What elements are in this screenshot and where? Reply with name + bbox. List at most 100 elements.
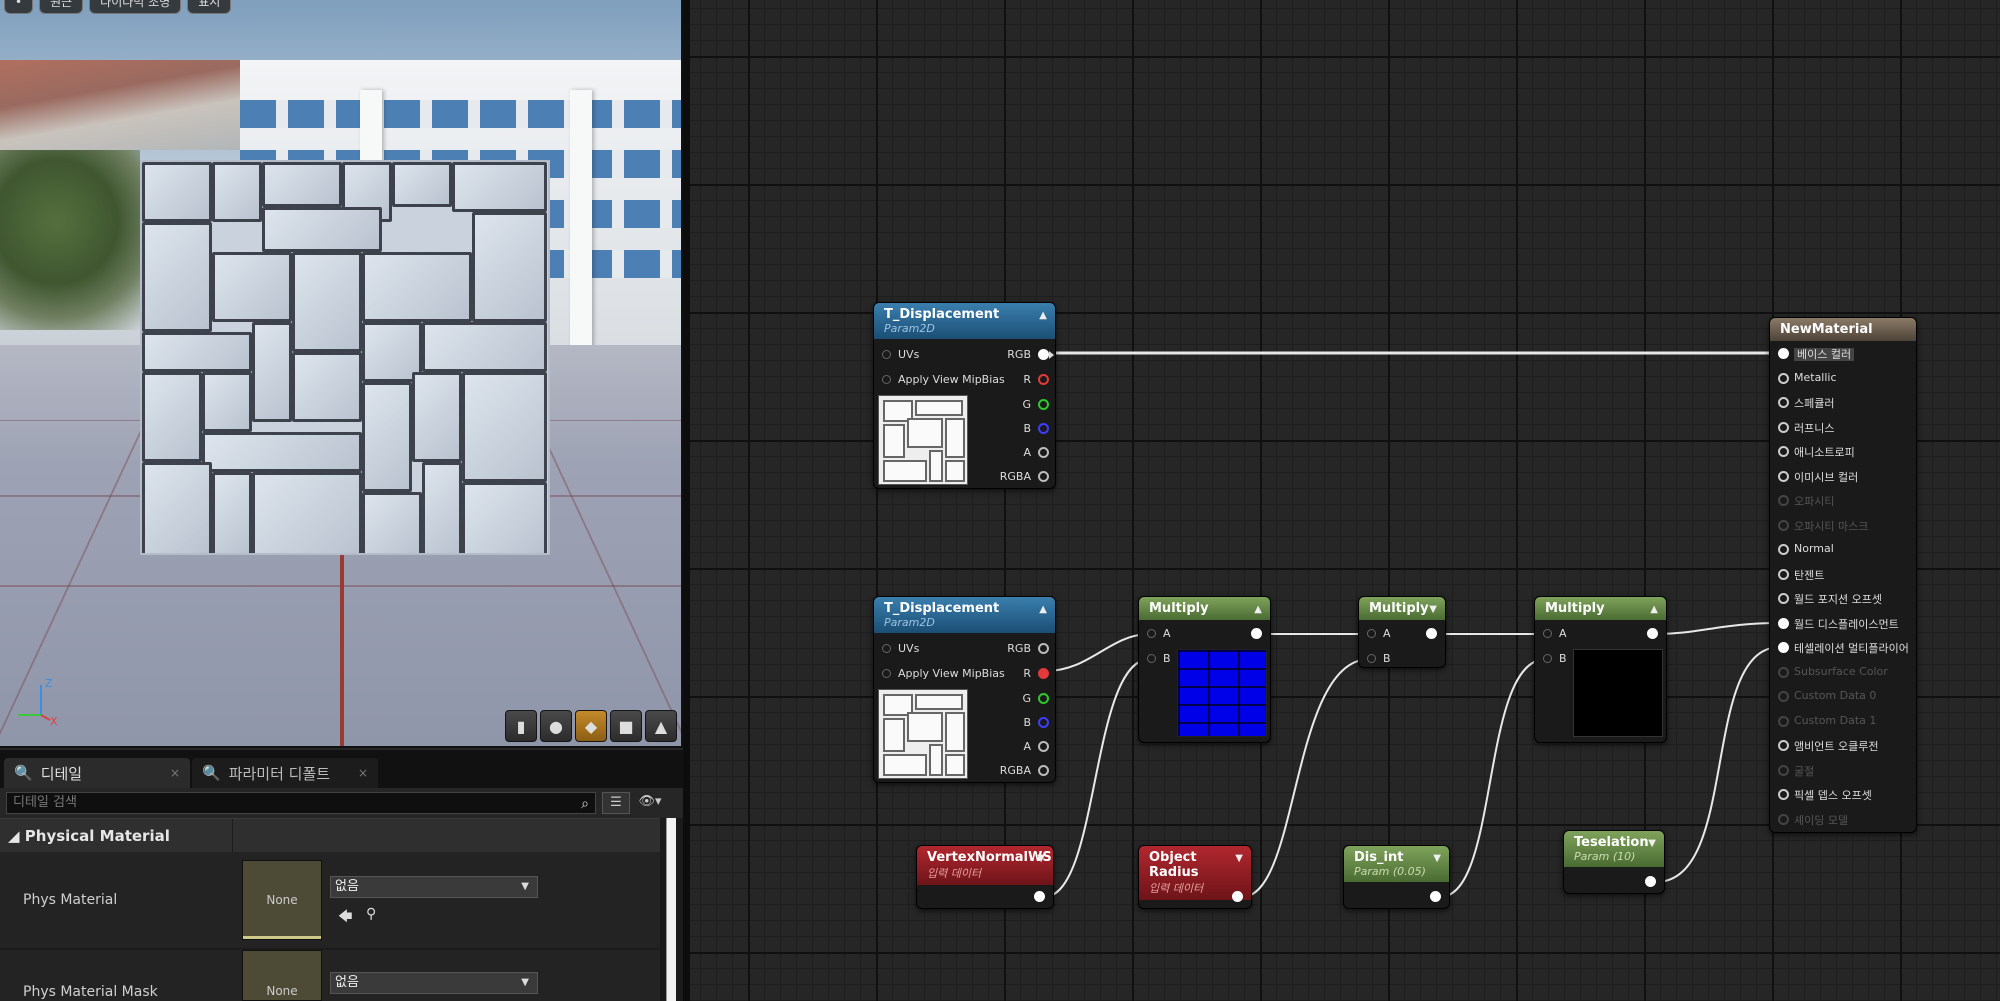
output-pin-dot[interactable]	[1430, 891, 1441, 902]
teselation-param-node[interactable]: Teselation Param (10) ▼	[1563, 830, 1665, 894]
material-input-pin[interactable]: 스페큘러	[1778, 395, 1834, 411]
input-pin-dot[interactable]	[1367, 629, 1376, 638]
collapse-arrow-icon[interactable]: ▲	[1254, 604, 1262, 615]
material-input-pin[interactable]: 탄젠트	[1778, 567, 1824, 583]
multiply-node[interactable]: Multiply ▲ A B	[1138, 596, 1271, 743]
output-pin-dot[interactable]	[1251, 628, 1262, 639]
input-pin-dot[interactable]	[1778, 372, 1789, 384]
material-result-node[interactable]: NewMaterial 베이스 컬러 Metallic 스페큘러러프니스애니소트로피…	[1769, 317, 1917, 833]
asset-combo[interactable]: 없음 ▼	[330, 876, 538, 898]
expand-arrow-icon[interactable]: ▼	[1429, 604, 1437, 615]
output-pin-dot[interactable]	[1038, 693, 1049, 704]
input-pin-dot[interactable]	[1778, 642, 1789, 653]
output-pin-dot[interactable]	[1426, 628, 1437, 639]
lighting-mode-button[interactable]: 다이나믹 조명	[89, 0, 182, 14]
multiply-node[interactable]: Multiply ▲ A B	[1534, 596, 1667, 743]
asset-thumbnail[interactable]: None	[242, 950, 322, 1001]
output-pin-dot[interactable]	[1034, 891, 1045, 902]
options-button[interactable]: •	[4, 0, 34, 14]
input-pin-dot[interactable]	[1778, 813, 1789, 825]
expand-arrow-icon[interactable]: ▼	[1648, 838, 1656, 849]
close-icon[interactable]: ×	[358, 766, 368, 780]
input-pin-dot[interactable]	[1147, 654, 1156, 663]
input-pin-dot[interactable]	[1778, 421, 1789, 433]
collapse-arrow-icon[interactable]: ▲	[1039, 604, 1047, 615]
multiply-node[interactable]: Multiply ▼ A B	[1358, 596, 1446, 668]
expand-arrow-icon[interactable]: ▼	[1235, 853, 1243, 864]
node-header[interactable]: Multiply ▲	[1535, 597, 1666, 620]
cylinder-icon[interactable]: ▮	[505, 710, 537, 742]
perspective-button[interactable]: 원근	[39, 0, 84, 14]
category-physical-material[interactable]: ◢ Physical Material	[0, 818, 660, 853]
browse-search-icon[interactable]: ⚲	[366, 906, 376, 922]
material-input-pin[interactable]: 월드 포지션 오프셋	[1778, 591, 1882, 607]
node-header[interactable]: VertexNormalWS 입력 데이터 ▼	[917, 846, 1053, 885]
material-input-pin[interactable]: Custom Data 1	[1778, 714, 1876, 727]
sphere-icon[interactable]: ●	[540, 710, 572, 742]
plane-icon[interactable]: ◆	[575, 710, 607, 742]
input-pin-dot[interactable]	[1367, 654, 1376, 663]
material-input-pin[interactable]: 픽셀 뎁스 오프셋	[1778, 787, 1872, 803]
output-pin-dot[interactable]	[1038, 447, 1049, 458]
node-header[interactable]: Multiply ▲	[1139, 597, 1270, 620]
node-header[interactable]: NewMaterial	[1770, 318, 1916, 341]
show-button[interactable]: 표시	[187, 0, 232, 14]
object-radius-node[interactable]: Object Radius 입력 데이터 ▼	[1138, 845, 1252, 909]
material-input-pin[interactable]: 오파시티	[1778, 493, 1834, 509]
input-pin-dot[interactable]	[1778, 617, 1789, 629]
input-pin-dot[interactable]	[1778, 740, 1789, 751]
input-pin-dot[interactable]	[1147, 629, 1156, 638]
details-search-input[interactable]: 디테일 검색 ⌕	[6, 792, 596, 814]
input-pin-dot[interactable]	[1778, 764, 1789, 776]
vertex-normal-ws-node[interactable]: VertexNormalWS 입력 데이터 ▼	[916, 845, 1054, 909]
material-input-pin[interactable]: Metallic	[1778, 371, 1837, 384]
material-input-pin[interactable]: Normal	[1778, 542, 1834, 555]
output-pin-dot[interactable]	[1645, 876, 1656, 887]
input-pin-dot[interactable]	[882, 350, 891, 359]
input-pin-dot[interactable]	[1778, 568, 1789, 580]
panel-splitter[interactable]	[683, 0, 690, 1001]
input-pin-dot[interactable]	[1778, 446, 1789, 457]
material-input-pin[interactable]: 이미시브 컬러	[1778, 469, 1858, 485]
input-pin-dot[interactable]	[882, 375, 891, 384]
output-pin-dot[interactable]	[1038, 643, 1049, 654]
material-input-pin[interactable]: 오파시티 마스크	[1778, 518, 1868, 534]
input-pin-dot[interactable]	[1778, 397, 1789, 408]
input-pin-dot[interactable]	[1778, 593, 1789, 604]
asset-combo[interactable]: 없음 ▼	[330, 972, 538, 994]
custom-mesh-icon[interactable]: ▲	[645, 710, 677, 742]
output-pin-dot[interactable]	[1038, 349, 1049, 360]
output-pin-dot[interactable]	[1647, 628, 1658, 639]
input-pin-dot[interactable]	[1778, 691, 1789, 702]
output-pin-dot[interactable]	[1038, 374, 1049, 385]
cube-icon[interactable]: ■	[610, 710, 642, 742]
output-pin-dot[interactable]	[1038, 717, 1049, 728]
material-input-pin[interactable]: Subsurface Color	[1778, 665, 1888, 678]
input-pin-dot[interactable]	[1778, 470, 1789, 482]
output-pin-dot[interactable]	[1038, 668, 1049, 679]
input-pin-dot[interactable]	[1543, 654, 1552, 663]
output-pin-dot[interactable]	[1038, 765, 1049, 776]
use-selected-arrow-icon[interactable]: 🡄	[338, 906, 352, 930]
eye-icon[interactable]: 👁▾	[636, 792, 664, 814]
output-pin-dot[interactable]	[1038, 423, 1049, 434]
material-input-pin[interactable]: 월드 디스플레이스먼트	[1778, 616, 1899, 632]
node-header[interactable]: Multiply ▼	[1359, 597, 1445, 620]
material-input-pin[interactable]: 러프니스	[1778, 420, 1834, 436]
material-input-pin[interactable]: Custom Data 0	[1778, 689, 1876, 702]
material-input-pin[interactable]: 애니소트로피	[1778, 444, 1855, 460]
texture-sample-node[interactable]: T_Displacement Param2D ▲ UVs Apply View …	[873, 596, 1056, 783]
material-input-pin[interactable]: 굴절	[1778, 763, 1814, 779]
node-header[interactable]: Teselation Param (10) ▼	[1564, 831, 1664, 867]
node-header[interactable]: T_Displacement Param2D ▲	[874, 597, 1055, 633]
input-pin-dot[interactable]	[1778, 544, 1789, 555]
collapse-arrow-icon[interactable]: ▲	[1039, 310, 1047, 321]
material-input-pin[interactable]: 테셀레이션 멀티플라이어	[1778, 640, 1909, 656]
input-pin-dot[interactable]	[1778, 519, 1789, 531]
input-pin-dot[interactable]	[882, 644, 891, 653]
expand-arrow-icon[interactable]: ▼	[1037, 853, 1045, 864]
dis-int-param-node[interactable]: Dis_int Param (0.05) ▼	[1343, 845, 1450, 909]
tab-parameter-defaults[interactable]: 🔍 파라미터 디폴트 ×	[192, 758, 378, 788]
input-pin-dot[interactable]	[1778, 666, 1789, 678]
material-input-pin[interactable]: 베이스 컬러	[1778, 346, 1855, 362]
